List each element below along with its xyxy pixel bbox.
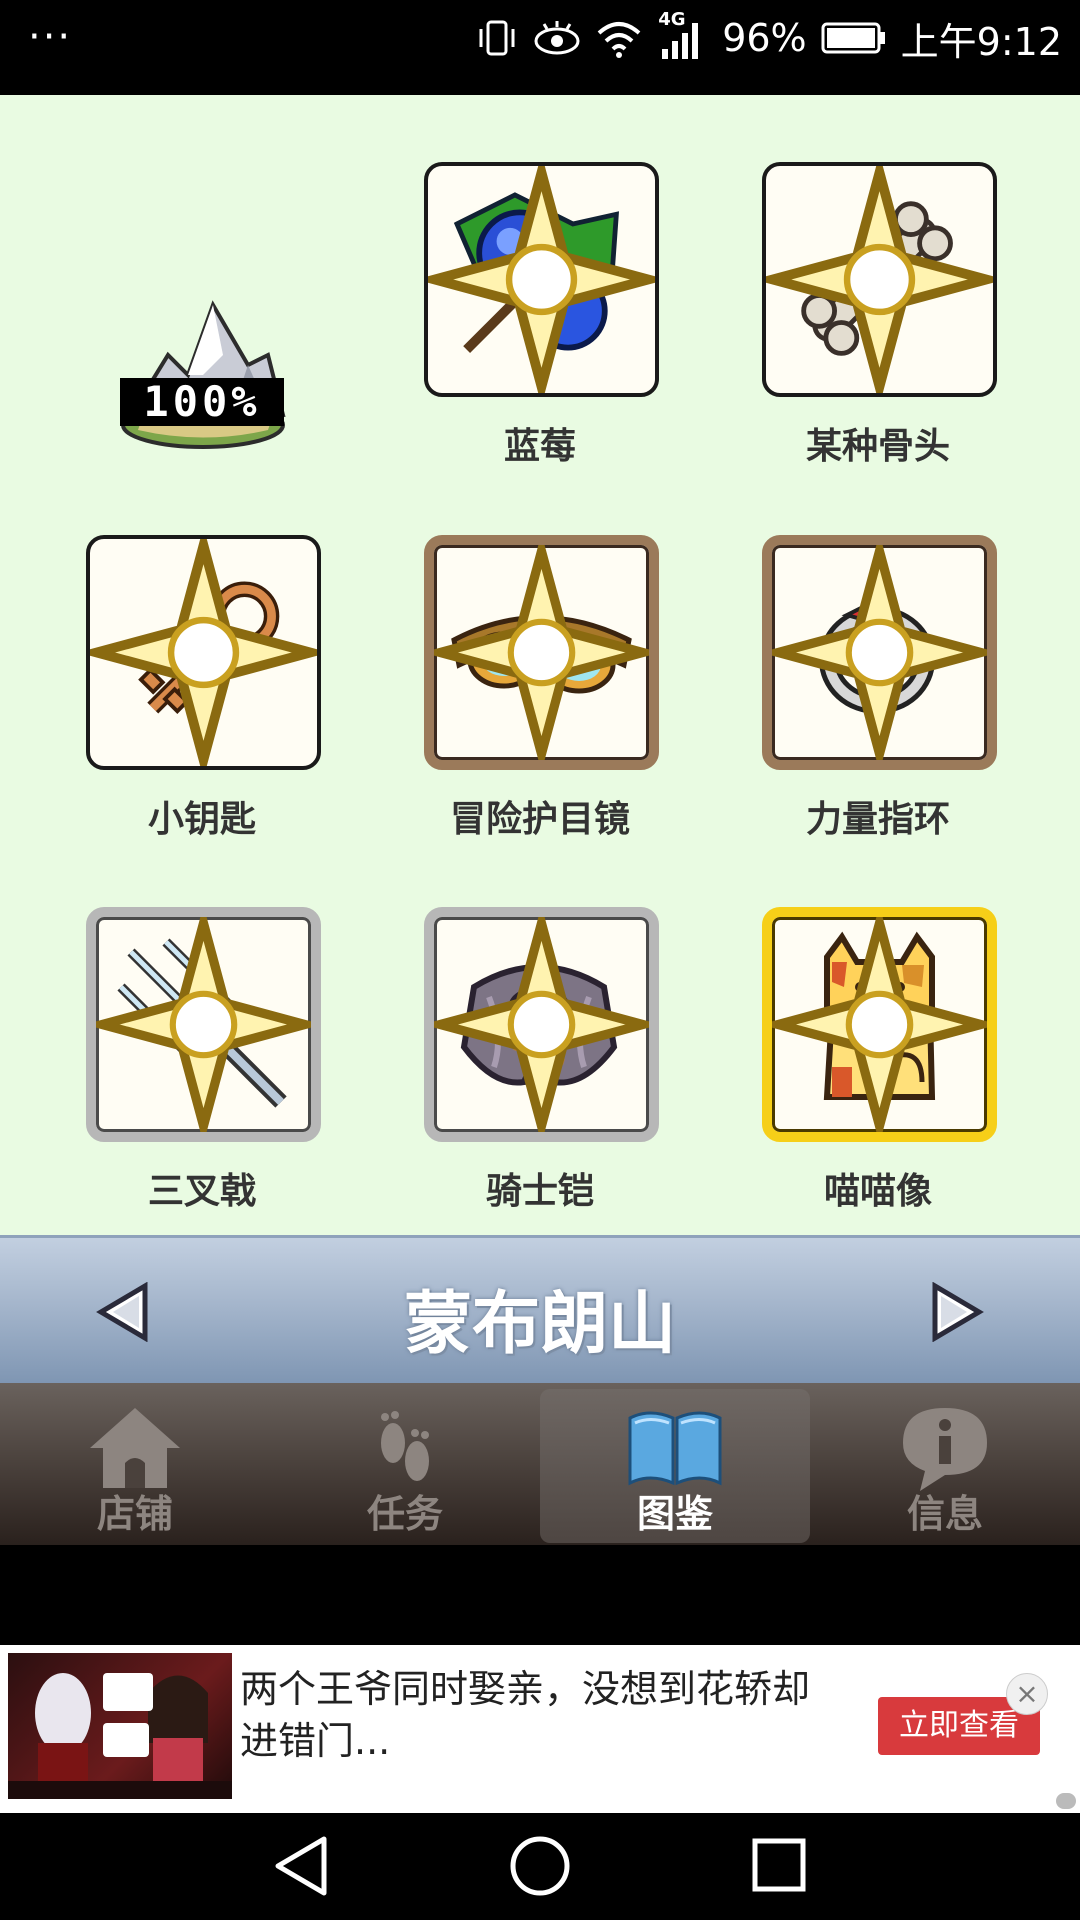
tab-shop[interactable]: 店铺 <box>0 1383 270 1545</box>
battery-percent: 96% <box>722 16 807 60</box>
item-label: 蓝莓 <box>503 426 576 467</box>
tab-info[interactable]: 信息 <box>810 1383 1080 1545</box>
status-bar: ··· 4G 96% 上午9:12 <box>0 0 1080 95</box>
ad-source-icon <box>1056 1793 1076 1809</box>
tab-label: 任务 <box>366 1492 443 1536</box>
item-label: 小钥匙 <box>147 799 256 840</box>
sparkle-icon <box>90 539 317 766</box>
item-frame <box>762 162 997 397</box>
item-frame <box>86 535 321 770</box>
house-icon <box>90 1408 180 1488</box>
notification-dots-icon: ··· <box>28 14 73 60</box>
eye-icon <box>534 21 580 55</box>
sparkle-icon <box>766 166 993 393</box>
signal-icon: 4G <box>656 9 708 61</box>
blank-area <box>0 1545 1080 1645</box>
battery-icon <box>821 22 885 54</box>
status-icons: 4G 96% 上午9:12 <box>476 9 1062 64</box>
item-frame <box>762 535 997 770</box>
sparkle-icon <box>434 917 649 1132</box>
ad-image[interactable] <box>8 1653 232 1799</box>
system-navigation-bar <box>0 1813 1080 1920</box>
tab-label: 信息 <box>906 1492 983 1536</box>
tab-quests[interactable]: 任务 <box>270 1383 540 1545</box>
mountain-region-icon <box>121 300 286 449</box>
item-label: 三叉戟 <box>147 1171 256 1212</box>
home-icon[interactable] <box>500 1831 580 1901</box>
next-region-arrow-icon[interactable] <box>925 1282 985 1342</box>
recents-icon[interactable] <box>740 1831 820 1901</box>
tab-label: 店铺 <box>96 1492 173 1536</box>
info-bubble-icon <box>903 1408 987 1491</box>
item-frame <box>424 162 659 397</box>
item-frame <box>86 907 321 1142</box>
bottom-tab-bar: 店铺 任务 图鉴 信息 <box>0 1383 1080 1545</box>
sparkle-icon <box>772 917 987 1132</box>
vibrate-icon <box>479 20 515 56</box>
item-label: 骑士铠 <box>485 1171 594 1212</box>
ad-banner[interactable]: 两个王爷同时娶亲，没想到花轿却进错门... 立即查看 × <box>0 1645 1080 1813</box>
wifi-icon <box>597 22 641 58</box>
item-label: 力量指环 <box>805 799 950 840</box>
footprints-icon <box>381 1411 429 1481</box>
ad-headline[interactable]: 两个王爷同时娶亲，没想到花轿却进错门... <box>240 1663 820 1767</box>
collection-grid: 100% 蓝莓 某种骨头 小钥匙 冒险护目镜 力量指环 三叉戟 骑士铠 喵喵像 <box>0 95 1080 1235</box>
sparkle-icon <box>428 166 655 393</box>
sparkle-icon <box>96 917 311 1132</box>
item-label: 喵喵像 <box>823 1171 932 1212</box>
tab-label: 图鉴 <box>636 1492 713 1536</box>
tab-encyclopedia[interactable]: 图鉴 <box>540 1389 810 1543</box>
back-icon[interactable] <box>262 1831 342 1901</box>
completion-percent: 100% <box>120 378 284 426</box>
region-selector: 蒙布朗山 <box>0 1235 1080 1383</box>
sparkle-icon <box>772 545 987 760</box>
ad-close-button[interactable]: × <box>1006 1673 1048 1715</box>
clock: 上午9:12 <box>900 19 1062 64</box>
item-label: 某种骨头 <box>805 426 950 467</box>
item-frame <box>762 907 997 1142</box>
sparkle-icon <box>434 545 649 760</box>
item-frame <box>424 907 659 1142</box>
item-frame <box>424 535 659 770</box>
item-label: 冒险护目镜 <box>449 799 630 840</box>
book-icon <box>628 1411 722 1486</box>
region-name: 蒙布朗山 <box>403 1285 676 1364</box>
